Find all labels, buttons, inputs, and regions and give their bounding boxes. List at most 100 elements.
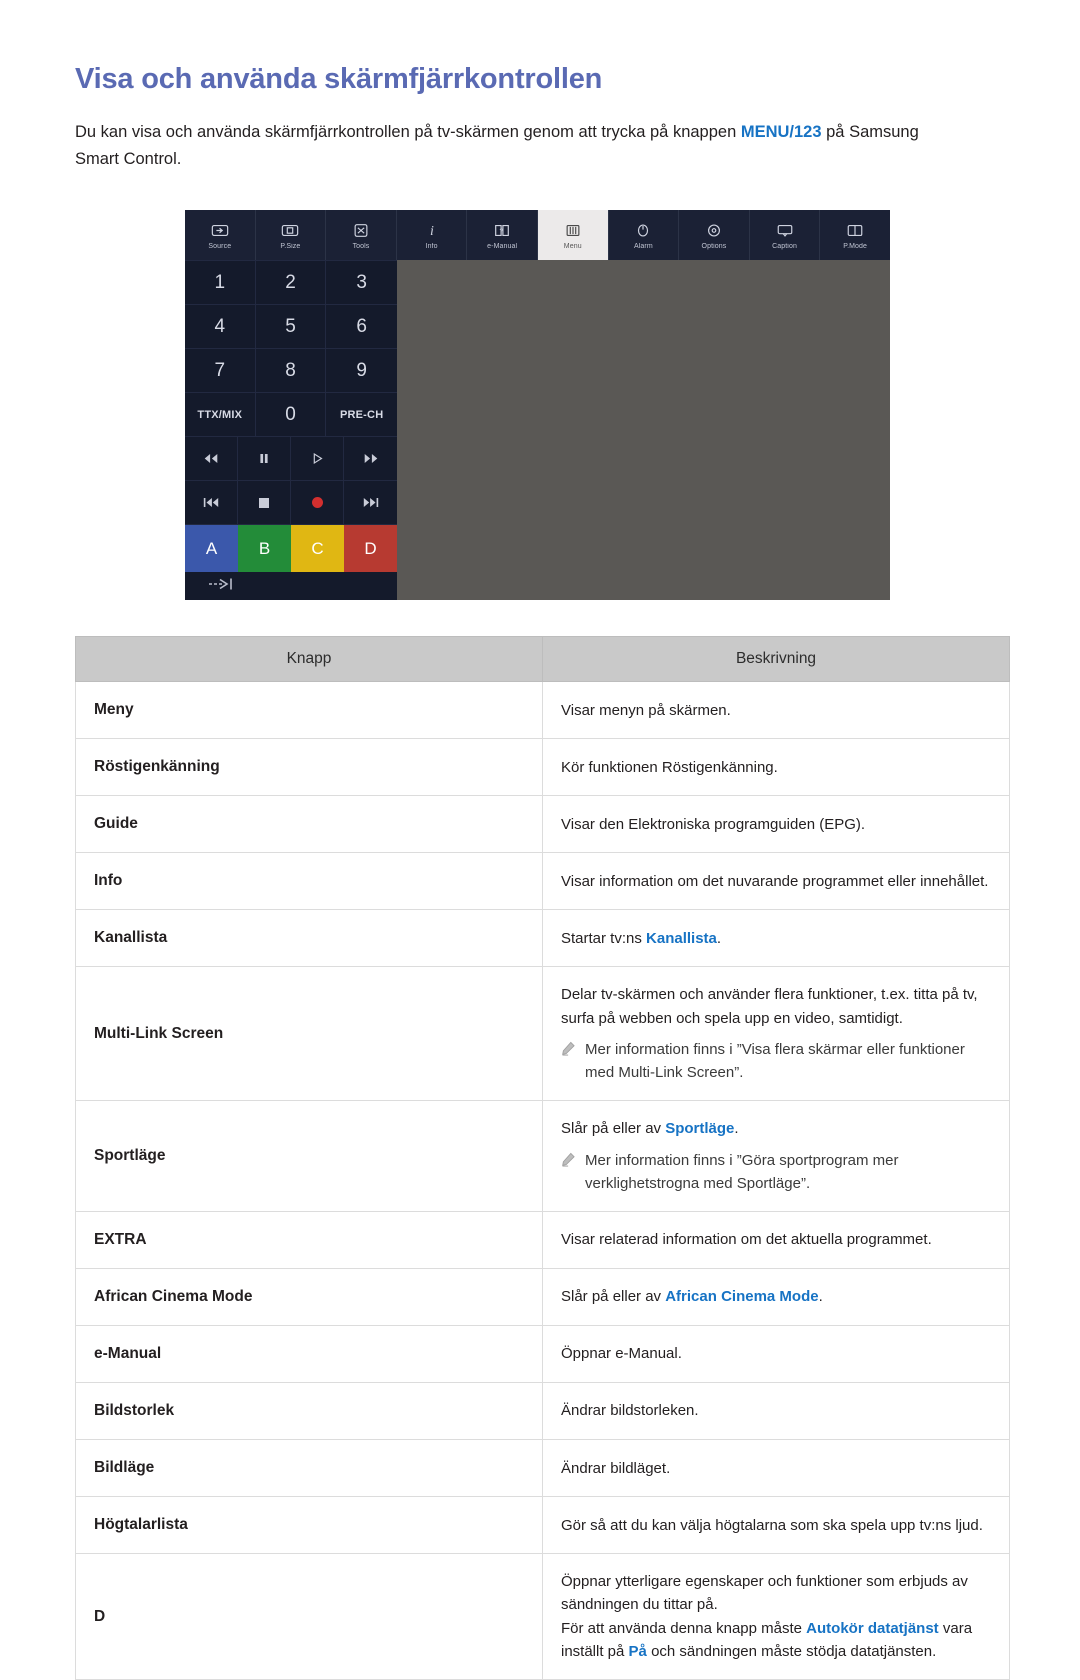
column-header-beskrivning: Beskrivning: [542, 636, 1010, 683]
keypad-key-5[interactable]: 5: [255, 305, 327, 350]
record-icon[interactable]: [291, 481, 344, 526]
keypad-key-ttx-mix[interactable]: TTX/MIX: [185, 393, 256, 438]
pause-icon[interactable]: [238, 437, 291, 482]
button-name-cell: Info: [75, 852, 543, 911]
play-icon[interactable]: [291, 437, 344, 482]
button-name-cell: African Cinema Mode: [75, 1268, 543, 1327]
keyword-link[interactable]: Autokör datatjänst: [806, 1620, 939, 1637]
description-text: .: [818, 1288, 823, 1306]
description-text: Ändrar bildstorleken.: [561, 1402, 699, 1420]
caption-icon: [776, 221, 794, 240]
description-text: För att använda denna knapp måste: [561, 1619, 807, 1637]
rewind-icon[interactable]: [185, 437, 238, 482]
keypad-key-6[interactable]: 6: [326, 305, 397, 350]
toolbar-item-info[interactable]: i Info: [397, 210, 468, 261]
toolbar-item-source[interactable]: Source: [185, 210, 256, 261]
note-line: Mer information finns i ”Visa flera skär…: [561, 1038, 991, 1085]
color-button-c[interactable]: C: [291, 525, 344, 573]
toolbar-item-alarm[interactable]: Alarm: [609, 210, 680, 261]
svg-text:i: i: [430, 224, 434, 238]
toolbar-item-p-size[interactable]: P.Size: [256, 210, 327, 261]
table-row: Meny Visar menyn på skärmen.: [75, 681, 1010, 740]
previous-track-icon[interactable]: [185, 481, 238, 526]
keypad-key-8[interactable]: 8: [255, 349, 327, 394]
color-button-d[interactable]: D: [344, 525, 397, 573]
source-icon: [211, 221, 229, 240]
description-cell: Öppnar ytterligare egenskaper och funkti…: [542, 1553, 1010, 1680]
description-cell: Delar tv-skärmen och använder flera funk…: [542, 966, 1010, 1102]
description-cell: Visar relaterad information om det aktue…: [542, 1211, 1010, 1270]
alarm-icon: [634, 221, 652, 240]
keyword-link[interactable]: Sportläge: [665, 1120, 734, 1137]
keyword-link[interactable]: Kanallista: [646, 930, 717, 947]
next-track-icon[interactable]: [344, 481, 397, 526]
description-text: och sändningen måste stödja datatjänsten…: [646, 1642, 937, 1660]
color-button-a[interactable]: A: [185, 525, 238, 573]
description-line: För att använda denna knapp måste Autokö…: [561, 1617, 991, 1664]
description-text: Visar information om det nuvarande progr…: [561, 872, 989, 890]
remote-body: 1 2 3 4 5 6 7 8 9 TTX/MIX 0 PRE-CH ABCD: [185, 260, 890, 601]
keypad-key-2[interactable]: 2: [255, 261, 327, 306]
intro-keyword: MENU/123: [740, 122, 822, 141]
description-text: Visar menyn på skärmen.: [561, 701, 731, 719]
button-name-cell: Bildläge: [75, 1439, 543, 1498]
exit-arrow-icon[interactable]: [207, 577, 237, 596]
options-icon: [705, 221, 723, 240]
keypad-key-1[interactable]: 1: [185, 261, 256, 306]
description-line: Slår på eller av Sportläge.: [561, 1117, 991, 1140]
keyword-link[interactable]: På: [629, 1643, 647, 1660]
keypad-key-3[interactable]: 3: [326, 261, 397, 306]
exit-row: [185, 572, 397, 600]
toolbar-item-label: Caption: [772, 242, 797, 250]
fast-forward-icon[interactable]: [344, 437, 397, 482]
description-text: Startar tv:ns: [561, 929, 647, 947]
toolbar-item-tools[interactable]: Tools: [326, 210, 397, 261]
description-line: Öppnar e-Manual.: [561, 1342, 991, 1365]
picture-size-icon: [281, 221, 299, 240]
description-text: Visar den Elektroniska programguiden (EP…: [561, 815, 866, 833]
remote-toolbar: Source P.Size Tools i Info ? e-Manual Men…: [185, 210, 890, 261]
pencil-icon: [561, 1151, 576, 1174]
description-line: Visar information om det nuvarande progr…: [561, 870, 991, 893]
keypad-key-7[interactable]: 7: [185, 349, 256, 394]
toolbar-item-caption[interactable]: Caption: [750, 210, 821, 261]
remote-preview-panel: [397, 260, 890, 601]
description-line: Ändrar bildläget.: [561, 1457, 991, 1480]
intro-paragraph: Du kan visa och använda skärmfjärrkontro…: [75, 119, 955, 172]
description-cell: Slår på eller av African Cinema Mode.: [542, 1268, 1010, 1327]
keyword-link[interactable]: African Cinema Mode: [665, 1288, 818, 1305]
description-cell: Visar menyn på skärmen.: [542, 681, 1010, 740]
media-controls-row-2: [185, 481, 397, 526]
color-buttons: ABCD: [185, 525, 397, 573]
keypad-key-pre-ch[interactable]: PRE-CH: [326, 393, 397, 438]
table-head: Knapp Beskrivning: [75, 636, 1010, 683]
toolbar-item-e-manual[interactable]: ? e-Manual: [467, 210, 538, 261]
keypad-key-0[interactable]: 0: [255, 393, 327, 438]
description-line: Gör så att du kan välja högtalarna som s…: [561, 1514, 991, 1537]
description-text: Öppnar e-Manual.: [561, 1345, 682, 1363]
note-text: Mer information finns i ”Göra sportprogr…: [585, 1151, 899, 1192]
toolbar-item-label: P.Mode: [843, 242, 868, 250]
button-name-cell: e-Manual: [75, 1325, 543, 1384]
description-text: Öppnar ytterligare egenskaper och funkti…: [561, 1573, 968, 1614]
description-line: Delar tv-skärmen och använder flera funk…: [561, 983, 991, 1030]
toolbar-item-p-mode[interactable]: P.Mode: [820, 210, 890, 260]
description-text: Slår på eller av: [561, 1120, 666, 1138]
keypad-key-4[interactable]: 4: [185, 305, 256, 350]
column-header-knapp: Knapp: [75, 636, 543, 683]
stop-icon[interactable]: [238, 481, 291, 526]
table-row: Guide Visar den Elektroniska programguide…: [75, 795, 1010, 854]
toolbar-item-label: P.Size: [280, 242, 301, 250]
onscreen-remote-figure: Source P.Size Tools i Info ? e-Manual Men…: [185, 210, 890, 601]
toolbar-item-menu[interactable]: Menu: [537, 210, 609, 261]
button-name-cell: Sportläge: [75, 1100, 543, 1213]
button-name-cell: Guide: [75, 795, 543, 854]
button-name-cell: Högtalarlista: [75, 1496, 543, 1555]
description-cell: Ändrar bildläget.: [542, 1439, 1010, 1498]
color-button-b[interactable]: B: [238, 525, 291, 573]
toolbar-item-label: e-Manual: [487, 242, 518, 250]
toolbar-item-options[interactable]: Options: [679, 210, 750, 261]
table-row: e-Manual Öppnar e-Manual.: [75, 1325, 1010, 1384]
button-name-cell: Bildstorlek: [75, 1382, 543, 1441]
keypad-key-9[interactable]: 9: [326, 349, 397, 394]
